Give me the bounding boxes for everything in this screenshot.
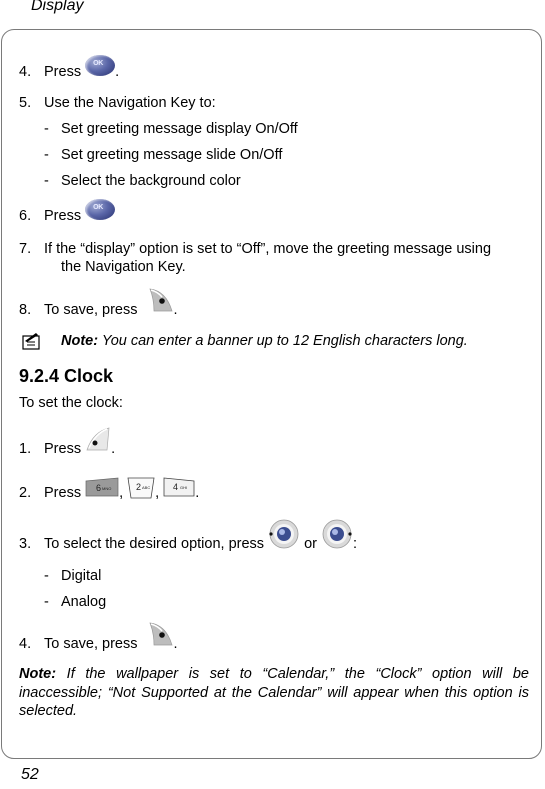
list-item: Set greeting message display On/Off — [61, 121, 298, 137]
bullet-dash: - — [44, 568, 49, 584]
note-label: Note: — [19, 666, 57, 682]
note-text: If the wallpaper is set to “Calendar,” t… — [19, 666, 529, 719]
list-item: Set greeting message slide On/Off — [61, 147, 283, 163]
note-calendar: Note: If the wallpaper is set to “Calend… — [19, 665, 529, 721]
step-text: Press — [44, 485, 82, 501]
svg-text:2: 2 — [136, 482, 141, 492]
step-4: 4. Press OK. — [19, 54, 119, 80]
step-text: If the “display” option is set to “Off”,… — [44, 241, 492, 257]
key-6-icon: 6 MNO — [85, 477, 119, 497]
step-8: 8. To save, press . — [19, 288, 178, 318]
left-soft-key-icon — [85, 426, 111, 452]
bullet-dash: - — [44, 173, 49, 189]
step-text: Press — [44, 64, 82, 80]
step-number: 1. — [19, 441, 32, 457]
clock-step-4: 4. To save, press . — [19, 622, 178, 652]
left-soft-key-icon — [148, 621, 174, 647]
step-number: 3. — [19, 536, 32, 552]
step-number: 6. — [19, 208, 32, 224]
svg-text:ABC: ABC — [142, 485, 150, 490]
ok-key-icon: OK — [85, 198, 116, 220]
svg-text:MNO: MNO — [102, 486, 111, 491]
clock-step-3: 3. To select the desired option, press or… — [19, 519, 357, 552]
bullet-dash: - — [44, 147, 49, 163]
note-banner: Note: You can enter a banner up to 12 En… — [61, 333, 468, 349]
step-text: To select the desired option, press — [44, 536, 265, 552]
step-number: 4. — [19, 64, 32, 80]
left-soft-key-icon — [148, 287, 174, 313]
key-4-icon: 4 GHI — [163, 477, 195, 497]
svg-text:GHI: GHI — [180, 485, 187, 490]
step-7-continuation: the Navigation Key. — [61, 259, 186, 275]
step-6: 6. Press OK — [19, 198, 116, 224]
page-number: 52 — [21, 766, 39, 783]
navigation-key-left-icon — [268, 519, 300, 549]
note-icon — [21, 331, 41, 351]
clock-step-2: 2. Press 6 MNO , 2 ABC , 4 GHI . — [19, 477, 199, 501]
step-text: Press — [44, 441, 82, 457]
bullet-dash: - — [44, 594, 49, 610]
navigation-key-right-icon — [321, 519, 353, 549]
note-text: You can enter a banner up to 12 English … — [98, 333, 468, 349]
or-text: or — [304, 536, 318, 552]
svg-text:4: 4 — [173, 482, 178, 492]
step-number: 5. — [19, 95, 32, 111]
list-item: Digital — [61, 568, 102, 584]
svg-text:6: 6 — [96, 483, 101, 493]
step-7: 7. If the “display” option is set to “Off… — [19, 241, 491, 257]
ok-key-icon: OK — [85, 54, 116, 76]
key-2-icon: 2 ABC — [127, 477, 155, 499]
step-number: 2. — [19, 485, 32, 501]
list-item: Select the background color — [61, 173, 241, 189]
section-intro: To set the clock: — [19, 395, 123, 411]
note-label: Note: — [61, 333, 99, 349]
step-text: Press — [44, 208, 82, 224]
list-item: Analog — [61, 594, 107, 610]
bullet-dash: - — [44, 121, 49, 137]
section-title: 9.2.4 Clock — [19, 366, 114, 386]
step-number: 4. — [19, 636, 32, 652]
step-5: 5. Use the Navigation Key to: — [19, 95, 216, 111]
step-number: 8. — [19, 302, 32, 318]
step-text: Use the Navigation Key to: — [44, 95, 216, 111]
clock-step-1: 1. Press . — [19, 427, 115, 457]
section-header: Display — [31, 0, 84, 14]
step-text: To save, press — [44, 636, 138, 652]
step-text: To save, press — [44, 302, 138, 318]
step-number: 7. — [19, 241, 32, 257]
